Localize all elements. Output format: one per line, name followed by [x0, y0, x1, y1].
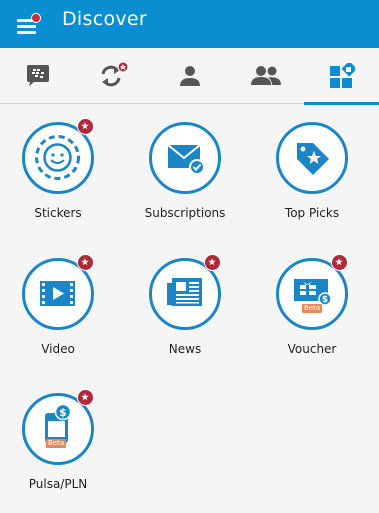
notification-badge-icon	[31, 13, 41, 23]
contact-icon	[180, 66, 200, 86]
active-tab-indicator	[304, 102, 379, 105]
item-label: Voucher	[287, 342, 337, 356]
tab-groups[interactable]	[228, 48, 304, 104]
tab-contacts[interactable]	[152, 48, 228, 104]
tab-discover[interactable]	[304, 48, 379, 105]
svg-text:$: $	[322, 295, 328, 305]
menu-button[interactable]	[14, 10, 42, 38]
bbm-chats-icon	[27, 65, 49, 86]
item-label: Stickers	[34, 206, 82, 220]
discover-icon	[330, 63, 355, 88]
pulsa-icon: $	[45, 403, 72, 443]
discover-item-stickers[interactable]: Stickers	[0, 118, 121, 242]
groups-icon	[251, 66, 281, 85]
video-icon	[40, 281, 75, 306]
discover-item-pulsa-pln[interactable]: $ Beta Pulsa/PLN	[0, 389, 121, 513]
item-label: Subscriptions	[144, 206, 226, 220]
app-bar: Discover	[0, 0, 379, 48]
discover-item-subscriptions[interactable]: Subscriptions	[122, 122, 248, 242]
new-badge-icon	[77, 389, 94, 406]
discover-item-voucher[interactable]: $ Beta Voucher	[249, 254, 375, 378]
new-badge-icon	[204, 254, 221, 271]
item-label: Top Picks	[284, 206, 340, 220]
discover-item-news[interactable]: News	[122, 254, 248, 378]
tab-chats[interactable]	[0, 48, 76, 104]
news-icon	[167, 278, 202, 306]
discover-item-video[interactable]: Video	[0, 254, 121, 378]
discover-item-top-picks[interactable]: Top Picks	[249, 122, 375, 242]
beta-tag: Beta	[302, 304, 323, 313]
stickers-icon	[35, 135, 80, 180]
subscriptions-icon	[167, 144, 205, 175]
tab-updates[interactable]	[76, 48, 152, 104]
new-badge-icon	[77, 254, 94, 271]
item-label: Pulsa/PLN	[28, 477, 88, 491]
top-picks-icon	[297, 143, 329, 175]
tab-bar	[0, 48, 379, 105]
new-badge-icon	[331, 254, 348, 271]
beta-tag: Beta	[46, 439, 67, 448]
updates-icon	[101, 61, 129, 87]
new-badge-icon	[77, 118, 94, 135]
item-label: Video	[41, 342, 75, 356]
svg-text:$: $	[59, 406, 67, 419]
item-label: News	[168, 342, 202, 356]
page-title: Discover	[62, 8, 148, 30]
voucher-icon: $	[294, 279, 332, 306]
